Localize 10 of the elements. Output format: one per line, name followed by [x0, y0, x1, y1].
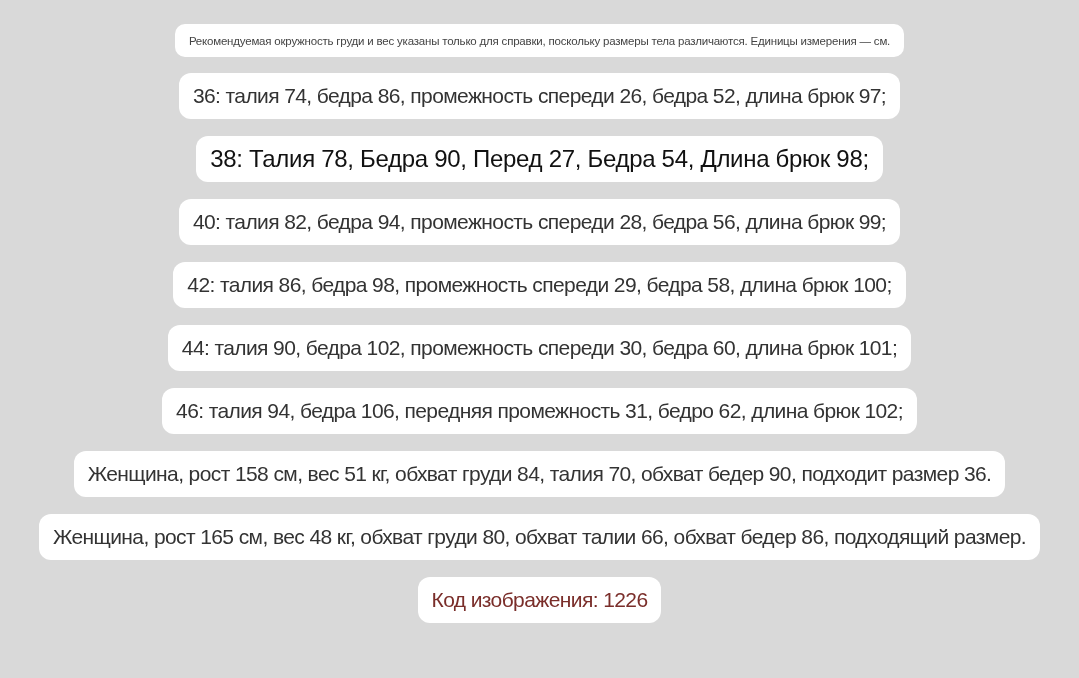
size-text: 38: Талия 78, Бедра 90, Перед 27, Бедра 54, Длина брюк 98;: [196, 136, 883, 182]
size-text: 40: талия 82, бедра 94, промежность спереди 28, бедра 56, длина брюк 99;: [178, 199, 901, 245]
size-text: 44: талия 90, бедра 102, промежность спереди 30, бедра 60, длина брюк 101;: [167, 325, 912, 371]
size-text: 42: талия 86, бедра 98, промежность спереди 29, бедра 58, длина брюк 100;: [173, 262, 906, 308]
note-text: Рекомендуемая окружность груди и вес указаны только для справки, поскольку размеры тела различаются. Единицы измерения — см.: [174, 24, 905, 57]
image-code-label: Код изображения: 1226: [417, 577, 662, 623]
size-text: Женщина, рост 158 см, вес 51 кг, обхват груди 84, талия 70, обхват бедер 90, подходит размер 36.: [73, 451, 1006, 497]
size-text: 46: талия 94, бедра 106, передняя промежность 31, бедро 62, длина брюк 102;: [162, 388, 917, 434]
size-text: Женщина, рост 165 см, вес 48 кг, обхват груди 80, обхват талии 66, обхват бедер 86, подходящий размер.: [38, 514, 1041, 560]
size-text: 36: талия 74, бедра 86, промежность спереди 26, бедра 52, длина брюк 97;: [178, 73, 901, 119]
